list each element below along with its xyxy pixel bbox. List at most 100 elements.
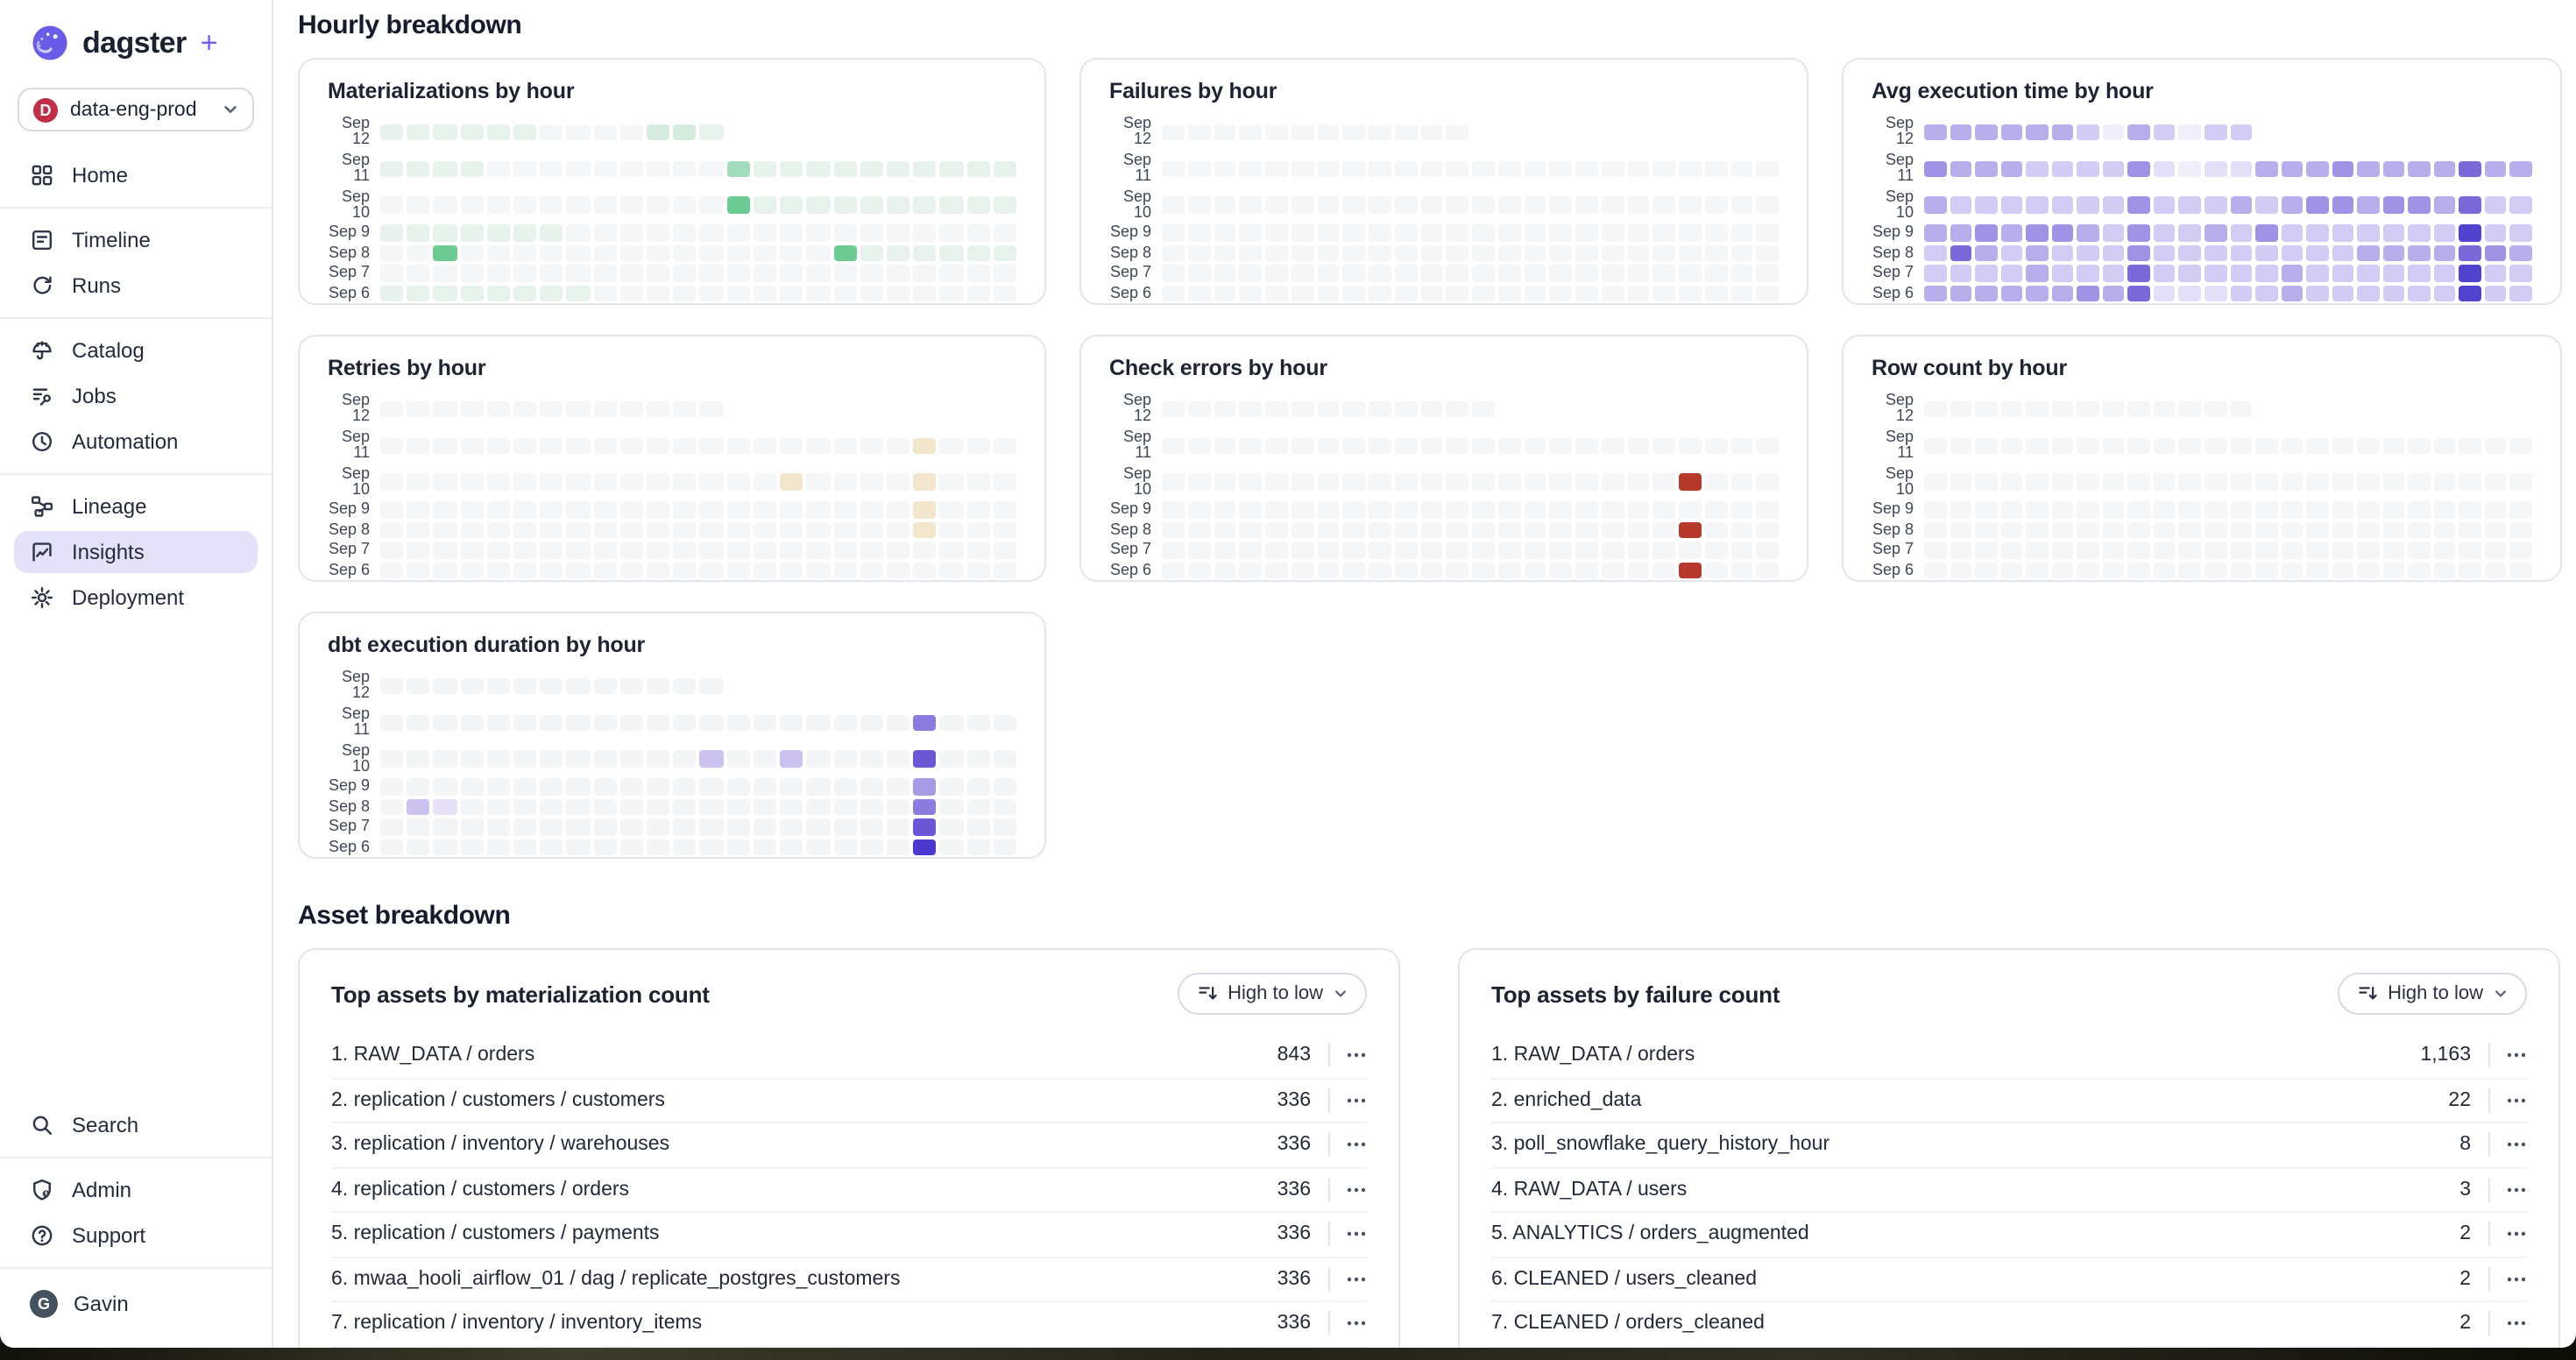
heatmap-cell <box>1679 437 1702 454</box>
heatmap-cell <box>1498 400 1521 417</box>
heatmap-cell <box>1317 542 1340 559</box>
heatmap-cell <box>1395 225 1418 242</box>
heatmap-cell <box>1498 502 1521 519</box>
row-menu-button[interactable] <box>1346 1231 1367 1238</box>
heatmap-cell <box>2383 400 2405 417</box>
heatmap-row: Sep 11 <box>328 706 1016 740</box>
heatmap-cell <box>1524 245 1546 262</box>
heatmap-cell <box>1240 474 1263 491</box>
heatmap-cell <box>1730 124 1753 140</box>
heatmap-row-label: Sep 9 <box>1109 225 1162 242</box>
heatmap-cell <box>2383 124 2405 140</box>
table-row[interactable]: 2. enriched_data22 <box>1491 1077 2527 1122</box>
table-row[interactable]: 1. RAW_DATA / orders1,163 <box>1491 1032 2527 1077</box>
sidebar-item-insights[interactable]: Insights <box>14 531 258 573</box>
sidebar-item-timeline[interactable]: Timeline <box>14 219 258 261</box>
asset-name: 1. RAW_DATA / orders <box>331 1045 1258 1066</box>
sidebar-item-lineage[interactable]: Lineage <box>14 485 258 528</box>
heatmap-cell <box>2154 285 2176 301</box>
heatmap-cell <box>380 245 403 262</box>
heatmap-cell <box>620 124 643 140</box>
table-row[interactable]: 6. CLEANED / users_cleaned2 <box>1491 1256 2527 1300</box>
heatmap-cell <box>1265 400 1288 417</box>
heatmap-cell <box>487 225 510 242</box>
heatmap-cell <box>1265 474 1288 491</box>
user-menu[interactable]: GGavin <box>14 1281 258 1327</box>
heatmap-cells <box>1924 225 2532 242</box>
row-menu-button[interactable] <box>2506 1321 2527 1328</box>
row-menu-button[interactable] <box>1346 1321 1367 1328</box>
table-row[interactable]: 4. RAW_DATA / users3 <box>1491 1166 2527 1211</box>
sidebar-item-automation[interactable]: Automation <box>14 421 258 463</box>
heatmap-cell <box>2154 266 2176 282</box>
heatmap-cell <box>860 542 882 559</box>
heatmap-cell <box>407 160 429 177</box>
sort-dropdown[interactable]: High to low <box>1177 973 1367 1015</box>
heatmap-cell <box>593 819 616 836</box>
row-menu-button[interactable] <box>1346 1052 1367 1059</box>
heatmap-cell <box>2204 502 2226 519</box>
row-menu-button[interactable] <box>1346 1186 1367 1194</box>
heatmap-cell <box>567 751 590 768</box>
sidebar-item-jobs[interactable]: Jobs <box>14 375 258 417</box>
table-row[interactable]: 8. mwaa_hooli_airflow_01 / dag / replica… <box>331 1345 1367 1348</box>
heatmap-row: Sep 6 <box>1872 285 2532 301</box>
row-menu-button[interactable] <box>1346 1276 1367 1283</box>
table-row[interactable]: 6. mwaa_hooli_airflow_01 / dag / replica… <box>331 1256 1367 1300</box>
sidebar-item-catalog[interactable]: Catalog <box>14 329 258 372</box>
table-row[interactable]: 7. replication / inventory / inventory_i… <box>331 1300 1367 1345</box>
heatmap-cell <box>593 714 616 731</box>
sidebar-item-admin[interactable]: Admin <box>14 1169 258 1211</box>
sidebar-item-runs[interactable]: Runs <box>14 265 258 307</box>
heatmap-cell <box>674 714 697 731</box>
sort-dropdown[interactable]: High to low <box>2337 973 2527 1015</box>
heatmap-row-label: Sep 7 <box>1109 266 1162 282</box>
row-menu-button[interactable] <box>2506 1231 2527 1238</box>
sidebar-item-support[interactable]: Support <box>14 1215 258 1257</box>
table-row[interactable]: 3. replication / inventory / warehouses3… <box>331 1122 1367 1166</box>
heatmap-cell <box>434 474 456 491</box>
heatmap-cell <box>487 714 510 731</box>
table-row[interactable]: 1. RAW_DATA / orders843 <box>331 1032 1367 1077</box>
table-row[interactable]: 8. RAW_DATA / locations1 <box>1491 1345 2527 1348</box>
heatmap-cell <box>1395 502 1418 519</box>
heatmap-cell <box>2357 124 2379 140</box>
row-menu-button[interactable] <box>1346 1142 1367 1149</box>
table-row[interactable]: 3. poll_snowflake_query_history_hour8 <box>1491 1122 2527 1166</box>
workspace-selector[interactable]: D data-eng-prod <box>18 88 254 131</box>
heatmap-cell <box>540 474 563 491</box>
row-menu-button[interactable] <box>2506 1142 2527 1149</box>
table-row[interactable]: 2. replication / customers / customers33… <box>331 1077 1367 1122</box>
row-menu-button[interactable] <box>2506 1052 2527 1059</box>
sidebar-item-home[interactable]: Home <box>14 154 258 196</box>
table-row[interactable]: 7. CLEANED / orders_cleaned2 <box>1491 1300 2527 1345</box>
row-menu-button[interactable] <box>2506 1097 2527 1104</box>
heatmap-cell <box>2154 400 2176 417</box>
row-menu-button[interactable] <box>2506 1276 2527 1283</box>
heatmap-cell <box>887 245 909 262</box>
table-row[interactable]: 5. replication / customers / payments336 <box>331 1211 1367 1256</box>
table-row[interactable]: 4. replication / customers / orders336 <box>331 1166 1367 1211</box>
heatmap-cell <box>2051 400 2073 417</box>
heatmap-cell <box>1975 437 1997 454</box>
heatmap-cell <box>887 502 909 519</box>
heatmap-cell <box>994 437 1016 454</box>
sidebar-item-search[interactable]: Search <box>14 1104 258 1146</box>
heatmap-cell <box>2459 562 2481 578</box>
sidebar: dagster + D data-eng-prod HomeTimelineRu… <box>0 0 273 1348</box>
heatmap-cell <box>1924 245 1946 262</box>
heatmap-cell <box>833 714 856 731</box>
row-menu-button[interactable] <box>2506 1186 2527 1194</box>
heatmap-cell <box>567 285 590 301</box>
heatmap-cell <box>966 502 989 519</box>
heatmap-cell <box>2230 474 2252 491</box>
sidebar-item-deployment[interactable]: Deployment <box>14 577 258 619</box>
heatmap-cell <box>380 714 403 731</box>
heatmap-cell <box>2332 437 2353 454</box>
row-menu-button[interactable] <box>1346 1097 1367 1104</box>
heatmap-cell <box>1975 160 1997 177</box>
heatmap-cell <box>1602 124 1624 140</box>
table-row[interactable]: 5. ANALYTICS / orders_augmented2 <box>1491 1211 2527 1256</box>
heatmap-cell <box>726 124 749 140</box>
heatmap-cell <box>2077 124 2099 140</box>
